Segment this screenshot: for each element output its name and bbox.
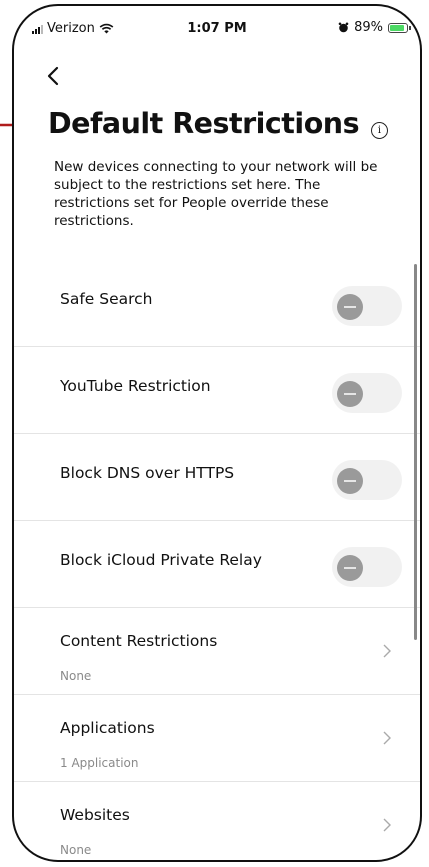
toggle-label: Block DNS over HTTPS [60,464,235,482]
safe-search-toggle[interactable] [332,286,402,326]
page-title: Default Restrictions [48,107,360,140]
battery-charging-icon [388,22,411,33]
nav-row-content-restrictions[interactable]: Content Restrictions None [14,607,420,694]
nav-value: None [60,669,92,683]
toggle-row-safe-search[interactable]: Safe Search [14,260,420,346]
status-right: 89% [338,20,411,35]
block-icloud-private-relay-toggle[interactable] [332,547,402,587]
toggle-knob [337,555,363,581]
nav-label: Websites [60,806,130,824]
youtube-restriction-toggle[interactable] [332,373,402,413]
chevron-left-icon[interactable] [42,61,66,91]
alarm-icon [338,22,349,33]
nav-value: None [60,843,92,857]
toggle-label: Safe Search [60,290,153,308]
phone-frame: Verizon 1:07 PM 89% Default Restrictions… [12,4,422,862]
nav-value: 1 Application [60,756,139,770]
title-row: Default Restrictions i [48,107,400,140]
battery-fill [390,24,405,31]
nav-label: Applications [60,719,155,737]
toggle-row-youtube-restriction[interactable]: YouTube Restriction [14,346,420,433]
toggle-knob [337,381,363,407]
toggle-row-block-dns-over-https[interactable]: Block DNS over HTTPS [14,433,420,520]
nav-row-applications[interactable]: Applications 1 Application [14,694,420,781]
info-icon[interactable]: i [371,122,389,139]
toggle-label: Block iCloud Private Relay [60,551,262,569]
chevron-right-icon [383,644,391,658]
scrollbar[interactable] [414,264,417,640]
block-dns-over-https-toggle[interactable] [332,460,402,500]
page-description: New devices connecting to your network w… [54,159,378,229]
nav-label: Content Restrictions [60,632,218,650]
toggle-knob [337,294,363,320]
chevron-right-icon [383,818,391,832]
nav-row-websites[interactable]: Websites None [14,781,420,860]
restrictions-list: Safe Search YouTube Restriction Block DN… [14,260,420,860]
toggle-row-block-icloud-private-relay[interactable]: Block iCloud Private Relay [14,520,420,607]
status-bar: Verizon 1:07 PM 89% [14,6,420,50]
toggle-label: YouTube Restriction [60,377,211,395]
toggle-knob [337,468,363,494]
battery-percent: 89% [354,20,383,35]
chevron-right-icon [383,731,391,745]
